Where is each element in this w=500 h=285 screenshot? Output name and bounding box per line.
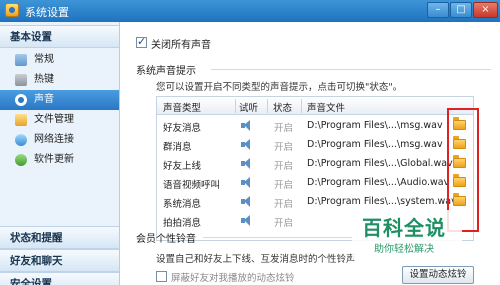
sidebar: 基本设置 常规 热键 声音 文件管理 网络连接 软件更新 状态和提醒 好友和聊天… <box>0 22 120 285</box>
title-bar: 系统设置 – □ × <box>0 0 500 22</box>
status-toggle[interactable]: 开启 <box>274 177 293 191</box>
table-row[interactable]: 群消息 开启 D:\Program Files\...\msg.wav <box>157 135 473 154</box>
sidebar-section-security[interactable]: 安全设置 <box>0 272 119 285</box>
speaker-icon[interactable] <box>241 177 253 188</box>
speaker-icon[interactable] <box>241 120 253 131</box>
sound-file-path: D:\Program Files\...\msg.wav <box>307 139 443 150</box>
sound-file-path: D:\Program Files\...\msg.wav <box>307 120 443 131</box>
sidebar-item-network[interactable]: 网络连接 <box>0 130 119 150</box>
sidebar-item-label: 热键 <box>34 74 54 85</box>
speaker-icon[interactable] <box>241 139 253 150</box>
member-ring-description: 设置自己和好友上下线、互发消息时的个性铃声 <box>156 254 356 265</box>
folder-icon <box>15 114 27 126</box>
sidebar-section-status[interactable]: 状态和提醒 <box>0 226 119 249</box>
sidebar-item-label: 网络连接 <box>34 134 74 145</box>
watermark-logo: 百科全说 <box>362 216 446 240</box>
watermark-slogan: 助你轻松解决 <box>374 244 434 255</box>
sound-type: 语音视频呼叫 <box>163 180 221 191</box>
column-header-status: 状态 <box>273 103 293 114</box>
table-row[interactable]: 好友上线 开启 D:\Program Files\...\Global.wav <box>157 154 473 173</box>
sidebar-item-label: 文件管理 <box>34 114 74 125</box>
block-friend-ring-label: 屏蔽好友对我播放的动态炫铃 <box>171 273 295 284</box>
column-header-file: 声音文件 <box>307 103 346 114</box>
table-row[interactable]: 语音视频呼叫 开启 D:\Program Files\...\Audio.wav <box>157 173 473 192</box>
sidebar-section-chat[interactable]: 好友和聊天 <box>0 249 119 272</box>
sound-type: 群消息 <box>163 142 192 153</box>
sound-type: 拍拍消息 <box>163 218 202 229</box>
column-header-type: 声音类型 <box>163 103 202 114</box>
sound-icon <box>15 94 27 106</box>
sidebar-item-hotkey[interactable]: 热键 <box>0 70 119 90</box>
column-header-preview: 试听 <box>239 103 259 114</box>
table-row[interactable]: 系统消息 开启 D:\Program Files\...\system.wav <box>157 192 473 211</box>
group-divider <box>211 69 491 70</box>
sidebar-item-update[interactable]: 软件更新 <box>0 150 119 170</box>
sidebar-item-general[interactable]: 常规 <box>0 50 119 70</box>
network-icon <box>15 134 27 146</box>
maximize-button[interactable]: □ <box>450 2 472 18</box>
sound-file-path: D:\Program Files\...\Audio.wav <box>307 177 450 188</box>
table-row[interactable]: 好友消息 开启 D:\Program Files\...\msg.wav <box>157 116 473 135</box>
sound-type: 好友上线 <box>163 161 202 172</box>
mute-all-label: 关闭所有声音 <box>151 40 211 51</box>
sound-type: 系统消息 <box>163 199 202 210</box>
window-title: 系统设置 <box>25 6 69 19</box>
status-toggle[interactable]: 开启 <box>274 139 293 153</box>
app-logo-icon <box>5 3 19 17</box>
sidebar-item-label: 常规 <box>34 54 54 65</box>
system-sound-group-title: 系统声音提示 <box>136 66 196 77</box>
block-friend-ring-checkbox[interactable] <box>156 271 167 282</box>
sidebar-item-label: 声音 <box>34 94 54 105</box>
minimize-button[interactable]: – <box>427 2 449 18</box>
speaker-icon[interactable] <box>241 196 253 207</box>
member-ring-group-title: 会员个性铃音 <box>136 234 196 245</box>
system-sound-description: 您可以设置开启不同类型的声音提示，点击可切换"状态"。 <box>156 82 403 93</box>
status-toggle[interactable]: 开启 <box>274 120 293 134</box>
set-dynamic-ring-button[interactable]: 设置动态炫铃 <box>402 266 474 284</box>
close-button[interactable]: × <box>473 2 498 18</box>
sound-file-path: D:\Program Files\...\Global.wav <box>307 158 453 169</box>
sidebar-item-label: 软件更新 <box>34 154 74 165</box>
sound-file-path: D:\Program Files\...\system.wav <box>307 196 457 207</box>
group-divider <box>203 237 353 238</box>
settings-icon <box>15 54 27 66</box>
mute-all-checkbox[interactable] <box>136 35 147 48</box>
sidebar-section-basic[interactable]: 基本设置 <box>0 25 119 48</box>
table-header: 声音类型 试听 状态 声音文件 <box>157 97 473 115</box>
status-toggle[interactable]: 开启 <box>274 158 293 172</box>
status-toggle[interactable]: 开启 <box>274 215 293 229</box>
speaker-icon[interactable] <box>241 215 253 226</box>
sidebar-item-file-management[interactable]: 文件管理 <box>0 110 119 130</box>
update-icon <box>15 154 27 166</box>
keyboard-icon <box>15 74 27 86</box>
sidebar-item-sound[interactable]: 声音 <box>0 90 119 110</box>
sound-type: 好友消息 <box>163 123 202 134</box>
status-toggle[interactable]: 开启 <box>274 196 293 210</box>
speaker-icon[interactable] <box>241 158 253 169</box>
